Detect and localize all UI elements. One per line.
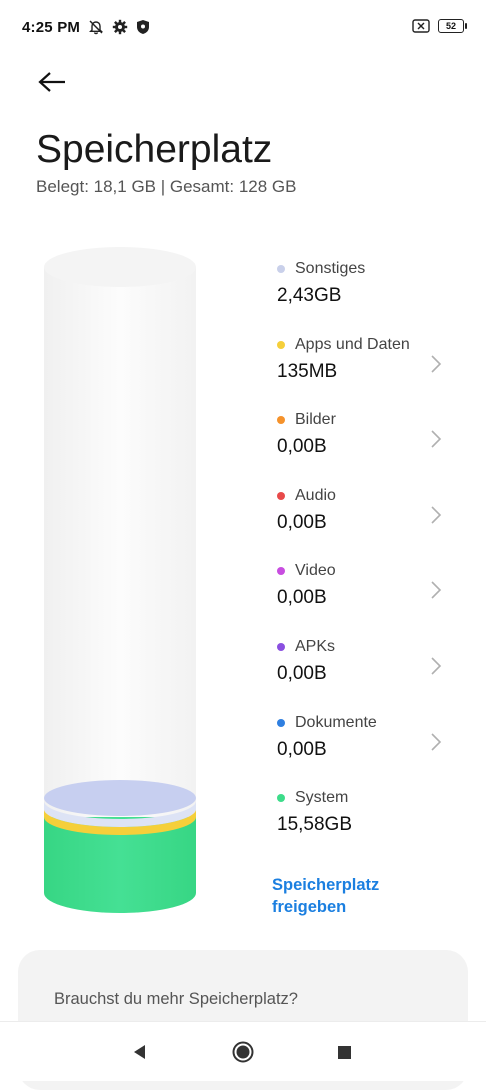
legend-value: 0,00B (277, 662, 327, 684)
audio-dot (277, 491, 285, 500)
storage-cylinder (44, 247, 196, 913)
apps-dot (277, 340, 285, 349)
apks-dot (277, 642, 285, 651)
video-dot (277, 567, 285, 576)
home-circle-icon (232, 1041, 254, 1063)
nav-back-button[interactable] (122, 1034, 158, 1070)
cylinder-top (44, 247, 196, 287)
nav-recents-button[interactable] (326, 1034, 362, 1070)
dokumente-dot (277, 718, 285, 727)
chevron-right-icon (431, 355, 442, 373)
sonstiges-dot (277, 265, 285, 273)
segment-top (44, 780, 196, 816)
legend-item-system: System 15,58GB (276, 787, 466, 863)
back-triangle-icon (134, 1045, 145, 1059)
legend-value: 0,00B (277, 738, 327, 760)
legend-value: 0,00B (277, 587, 327, 609)
legend-name: Video (295, 562, 336, 580)
legend-name: Apps und Daten (295, 335, 410, 353)
page-title: Speicherplatz (36, 128, 273, 171)
status-bar: 4:25 PM 52 (0, 0, 486, 58)
navigation-bar (0, 1021, 486, 1081)
nav-home-button[interactable] (225, 1034, 261, 1070)
legend-item-apps[interactable]: Apps und Daten 135MB (276, 334, 466, 410)
legend-name: Dokumente (295, 713, 377, 731)
gear-icon (112, 19, 128, 35)
chevron-right-icon (431, 732, 442, 751)
chevron-right-icon (431, 430, 442, 448)
usage-summary: Belegt: 18,1 GB | Gesamt: 128 GB (36, 177, 297, 196)
legend-name: Sonstiges (295, 260, 366, 277)
legend-value: 2,43GB (277, 285, 342, 306)
legend-value: 15,58GB (277, 814, 352, 836)
battery-icon: 52 (438, 19, 467, 33)
legend-name: System (295, 789, 349, 807)
chevron-right-icon (431, 581, 442, 599)
storage-legend: Sonstiges 2,43GB Apps und Daten 135MB Bi… (276, 258, 466, 863)
legend-item-sonstiges: Sonstiges 2,43GB (276, 258, 466, 334)
bilder-dot (277, 416, 285, 425)
chevron-right-icon (431, 506, 442, 524)
legend-item-audio[interactable]: Audio 0,00B (276, 485, 466, 561)
legend-value: 135MB (277, 360, 338, 382)
sim-off-icon (412, 19, 430, 33)
free-storage-button[interactable]: Speicherplatz freigeben (272, 874, 412, 918)
recents-square-icon (337, 1045, 351, 1059)
legend-item-dokumente[interactable]: Dokumente 0,00B (276, 712, 466, 788)
system-dot (277, 794, 285, 803)
arrow-left-icon (38, 72, 65, 92)
promo-text: Brauchst du mehr Speicherplatz? (54, 990, 298, 1008)
legend-name: APKs (295, 637, 336, 655)
bell-off-icon (89, 20, 103, 35)
legend-value: 0,00B (277, 436, 327, 458)
legend-name: Audio (295, 486, 336, 504)
legend-item-apks[interactable]: APKs 0,00B (276, 636, 466, 712)
legend-value: 0,00B (277, 511, 327, 533)
status-time: 4:25 PM (22, 19, 81, 36)
legend-name: Bilder (295, 411, 336, 429)
back-button[interactable] (30, 60, 74, 104)
chevron-right-icon (431, 657, 442, 675)
shield-icon (137, 20, 149, 34)
legend-item-video[interactable]: Video 0,00B (276, 560, 466, 636)
legend-item-bilder[interactable]: Bilder 0,00B (276, 409, 466, 485)
